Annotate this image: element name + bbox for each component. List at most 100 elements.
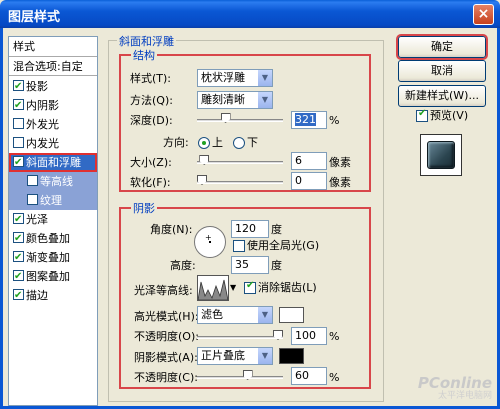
shadow-opacity-label: 不透明度(C): [134, 371, 198, 384]
depth-input[interactable]: 321 [291, 111, 327, 129]
shadow-opacity-unit: % [329, 371, 340, 384]
shadow-opacity-input[interactable]: 60 [291, 367, 327, 385]
checkbox-icon[interactable] [27, 175, 38, 186]
style-item-texture[interactable]: 纹理 [9, 191, 97, 210]
chevron-down-icon[interactable]: ▼ [257, 92, 272, 108]
global-light-checkbox[interactable] [233, 240, 245, 252]
altitude-unit: 度 [271, 259, 282, 272]
style-item-bevel-emboss[interactable]: 斜面和浮雕 [9, 153, 97, 172]
shadow-opacity-track[interactable] [197, 376, 283, 379]
soften-slider-track[interactable] [197, 181, 283, 184]
gloss-contour-picker[interactable] [197, 275, 229, 301]
style-item-inner-glow[interactable]: 内发光 [9, 134, 97, 153]
preview-label: 预览(V) [430, 109, 469, 122]
checkbox-icon[interactable] [13, 229, 24, 248]
checkbox-icon[interactable] [13, 77, 24, 96]
size-input[interactable]: 6 [291, 152, 327, 170]
style-preview [420, 134, 462, 176]
highlight-opacity-input[interactable]: 100 [291, 327, 327, 345]
structure-title: 结构 [131, 47, 157, 63]
style-item-stroke[interactable]: 描边 [9, 286, 97, 305]
highlight-mode-dropdown[interactable]: 滤色 ▼ [197, 306, 273, 324]
altitude-label: 高度: [170, 259, 196, 272]
style-list-header[interactable]: 样式 [9, 37, 97, 57]
chevron-down-icon[interactable]: ▼ [257, 70, 272, 86]
direction-label: 方向: [163, 136, 189, 149]
new-style-button[interactable]: 新建样式(W)... [398, 85, 486, 107]
gloss-contour-label: 光泽等高线: [134, 284, 193, 297]
direction-down-radio[interactable] [233, 137, 245, 149]
style-item-outer-glow[interactable]: 外发光 [9, 115, 97, 134]
preview-thumbnail [427, 141, 455, 169]
style-item-label: 斜面和浮雕 [26, 156, 81, 169]
soften-input[interactable]: 0 [291, 172, 327, 190]
style-dropdown-value: 枕状浮雕 [201, 71, 245, 84]
global-light-label: 使用全局光(G) [247, 239, 320, 252]
checkbox-icon[interactable] [13, 286, 24, 305]
style-item-label: 描边 [26, 289, 48, 302]
style-item-blend[interactable]: 混合选项:自定 [9, 57, 97, 76]
style-item-satin[interactable]: 光泽 [9, 210, 97, 229]
highlight-color-swatch[interactable] [279, 307, 304, 323]
soften-unit: 像素 [329, 176, 351, 189]
style-item-pattern-overlay[interactable]: 图案叠加 [9, 267, 97, 286]
chevron-down-icon[interactable]: ▼ [257, 307, 272, 323]
highlight-opacity-label: 不透明度(O): [134, 330, 199, 343]
direction-down-label: 下 [247, 136, 258, 149]
style-item-label: 内阴影 [26, 99, 59, 112]
direction-up-radio[interactable] [198, 137, 210, 149]
shadow-mode-value: 正片叠底 [201, 349, 245, 362]
checkbox-icon[interactable] [13, 210, 24, 229]
angle-input[interactable]: 120 [231, 220, 269, 238]
style-item-inner-shadow[interactable]: 内阴影 [9, 96, 97, 115]
checkbox-icon[interactable] [13, 96, 24, 115]
method-dropdown[interactable]: 雕刻清晰 ▼ [197, 91, 273, 109]
highlight-opacity-unit: % [329, 330, 340, 343]
style-item-label: 图案叠加 [26, 270, 70, 283]
checkbox-icon[interactable] [13, 137, 24, 148]
close-icon[interactable]: × [473, 4, 494, 25]
depth-unit: % [329, 114, 340, 127]
angle-unit: 度 [271, 223, 282, 236]
altitude-input[interactable]: 35 [231, 256, 269, 274]
angle-dial[interactable]: + [194, 226, 226, 258]
ok-button[interactable]: 确定 [396, 34, 488, 60]
antialias-checkbox[interactable] [244, 280, 256, 294]
altitude-value: 35 [235, 258, 249, 271]
shadow-color-swatch[interactable] [279, 348, 304, 364]
style-item-label: 纹理 [40, 194, 62, 207]
soften-value: 0 [295, 174, 302, 187]
chevron-down-icon[interactable]: ▼ [230, 283, 236, 292]
style-item-label: 投影 [26, 80, 48, 93]
style-item-label: 混合选项:自定 [13, 60, 83, 73]
checkbox-icon[interactable] [13, 118, 24, 129]
shadow-mode-dropdown[interactable]: 正片叠底 ▼ [197, 347, 273, 365]
preview-checkbox[interactable] [416, 108, 428, 122]
style-label: 样式(T): [130, 72, 172, 85]
checkbox-icon[interactable] [13, 248, 24, 267]
cancel-button[interactable]: 取消 [398, 60, 486, 82]
angle-label: 角度(N): [150, 223, 193, 236]
shadow-opacity-value: 60 [295, 369, 309, 382]
style-item-label: 颜色叠加 [26, 232, 70, 245]
size-value: 6 [295, 154, 302, 167]
angle-value: 120 [235, 222, 256, 235]
style-dropdown[interactable]: 枕状浮雕 ▼ [197, 69, 273, 87]
checkbox-icon[interactable] [13, 153, 24, 172]
contour-curve-icon [197, 279, 229, 301]
style-item-color-overlay[interactable]: 颜色叠加 [9, 229, 97, 248]
style-item-label: 等高线 [40, 175, 73, 188]
style-item-label: 光泽 [26, 213, 48, 226]
depth-slider-track[interactable] [197, 119, 283, 122]
depth-label: 深度(D): [130, 114, 173, 127]
style-item-drop-shadow[interactable]: 投影 [9, 77, 97, 96]
checkbox-icon[interactable] [13, 267, 24, 286]
chevron-down-icon[interactable]: ▼ [257, 348, 272, 364]
style-item-gradient-overlay[interactable]: 渐变叠加 [9, 248, 97, 267]
style-item-contour[interactable]: 等高线 [9, 172, 97, 191]
size-label: 大小(Z): [130, 156, 172, 169]
highlight-opacity-track[interactable] [197, 336, 283, 339]
size-slider-track[interactable] [197, 161, 283, 164]
window-title: 图层样式 [8, 10, 61, 25]
checkbox-icon[interactable] [27, 194, 38, 205]
